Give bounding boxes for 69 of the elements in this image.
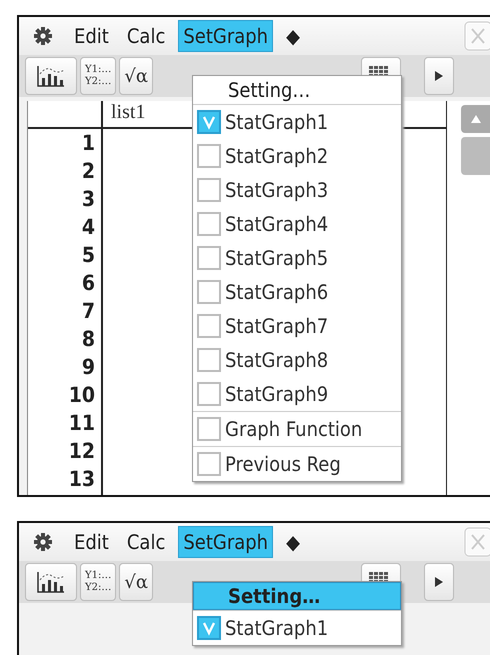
- checkbox[interactable]: [197, 110, 221, 134]
- settings-icon[interactable]: [33, 26, 53, 46]
- row-number: 1: [82, 130, 95, 157]
- row-number: 6: [82, 270, 95, 297]
- checkbox[interactable]: [197, 280, 221, 304]
- settings-icon[interactable]: [33, 532, 53, 552]
- menu-item[interactable]: StatGraph5: [225, 246, 328, 270]
- checkbox[interactable]: [197, 382, 221, 406]
- graph-button[interactable]: [25, 563, 77, 601]
- menu-item[interactable]: Setting…: [193, 582, 401, 610]
- scroll-up-button[interactable]: [461, 105, 490, 133]
- row-number: 5: [82, 242, 95, 269]
- toolbar-button[interactable]: √α: [119, 57, 153, 95]
- menu-item[interactable]: StatGraph1: [225, 110, 328, 134]
- row-number: 2: [82, 158, 95, 185]
- row-number: 9: [82, 354, 95, 381]
- close-icon[interactable]: [464, 527, 490, 557]
- menu-item[interactable]: StatGraph7: [225, 314, 328, 338]
- row-number: 7: [82, 298, 95, 325]
- checkbox[interactable]: [197, 452, 221, 476]
- menu-item[interactable]: StatGraph3: [225, 178, 328, 202]
- menu-item[interactable]: Edit: [69, 526, 114, 558]
- row-number: 13: [68, 466, 95, 493]
- menu-item[interactable]: StatGraph9: [225, 382, 328, 406]
- bar-chart-icon: [36, 570, 66, 594]
- row-number: 10: [68, 382, 95, 409]
- checkbox[interactable]: [197, 246, 221, 270]
- check-icon: [201, 114, 217, 130]
- up-arrow-icon: [470, 115, 480, 123]
- check-icon: [201, 620, 217, 636]
- menu-item[interactable]: ◆: [281, 20, 305, 52]
- menu-item[interactable]: Graph Function: [225, 417, 362, 441]
- graph-button[interactable]: [25, 57, 77, 95]
- toolbar-button[interactable]: Y1:… Y2:…: [80, 563, 116, 601]
- checkbox[interactable]: [197, 417, 221, 441]
- checkbox[interactable]: [197, 616, 221, 640]
- menu-item[interactable]: Calc: [122, 526, 170, 558]
- menu-item[interactable]: SetGraph: [178, 526, 274, 558]
- play-icon: [434, 70, 444, 82]
- next-button[interactable]: [424, 563, 454, 601]
- bar-chart-icon: [36, 64, 66, 88]
- row-number: 12: [68, 438, 95, 465]
- menu-item[interactable]: Edit: [69, 20, 114, 52]
- checkbox[interactable]: [197, 314, 221, 338]
- menu-item[interactable]: Setting…: [193, 76, 401, 104]
- next-button[interactable]: [424, 57, 454, 95]
- checkbox[interactable]: [197, 144, 221, 168]
- scroll-thumb[interactable]: [461, 137, 490, 175]
- close-icon[interactable]: [464, 21, 490, 51]
- row-number: 11: [68, 410, 95, 437]
- column-header[interactable]: list1: [103, 101, 146, 123]
- row-number: 3: [82, 186, 95, 213]
- play-icon: [434, 576, 444, 588]
- menu-item[interactable]: ◆: [281, 526, 305, 558]
- menu-item[interactable]: StatGraph2: [225, 144, 328, 168]
- menu-item[interactable]: StatGraph6: [225, 280, 328, 304]
- menu-item[interactable]: StatGraph4: [225, 212, 328, 236]
- row-number: 4: [82, 214, 95, 241]
- menu-item[interactable]: Previous Reg: [225, 452, 341, 476]
- checkbox[interactable]: [197, 212, 221, 236]
- menu-item[interactable]: SetGraph: [178, 20, 274, 52]
- checkbox[interactable]: [197, 178, 221, 202]
- toolbar-button[interactable]: √α: [119, 563, 153, 601]
- menu-item[interactable]: StatGraph8: [225, 348, 328, 372]
- menu-item[interactable]: StatGraph1: [225, 616, 328, 640]
- row-number: 8: [82, 326, 95, 353]
- toolbar-button[interactable]: Y1:… Y2:…: [80, 57, 116, 95]
- menu-item[interactable]: Calc: [122, 20, 170, 52]
- checkbox[interactable]: [197, 348, 221, 372]
